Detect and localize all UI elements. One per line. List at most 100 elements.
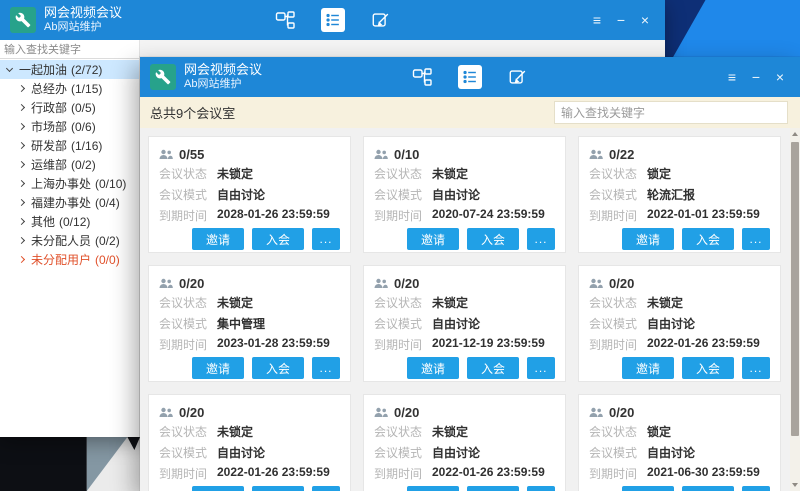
arrow-up-icon — [792, 132, 798, 136]
invite-button[interactable]: 邀请 — [622, 486, 674, 491]
room-card: 测试会议室8 0/20 会议状态锁定 会议模式自由讨论 到期时间2021-06-… — [578, 394, 781, 491]
tree-item-行政部[interactable]: 行政部(0/5) — [0, 98, 139, 117]
tree-item-其他[interactable]: 其他(0/12) — [0, 212, 139, 231]
join-button[interactable]: 入会 — [467, 357, 519, 379]
room-list-button[interactable] — [321, 8, 345, 32]
scroll-down-button[interactable] — [790, 479, 800, 491]
meeting-rooms-window: 网会视频会议 Ab网站维护 ≡ − — [140, 57, 800, 491]
people-icon — [374, 278, 388, 289]
tree-count: (0/4) — [95, 196, 120, 210]
mode-label: 会议模式 — [374, 186, 432, 203]
titlebar: 网会视频会议 Ab网站维护 ≡ − — [0, 0, 665, 40]
org-chart-icon — [275, 10, 295, 30]
close-button[interactable]: × — [770, 69, 790, 85]
invite-button[interactable]: 邀请 — [192, 486, 244, 491]
expire-value: 2021-12-19 23:59:59 — [432, 336, 545, 353]
more-button[interactable]: ... — [312, 357, 340, 379]
invite-button[interactable]: 邀请 — [192, 228, 244, 250]
expire-label: 到期时间 — [374, 207, 432, 224]
tree-item-上海办事处[interactable]: 上海办事处(0/10) — [0, 174, 139, 193]
room-card-grid: 例会会议室 0/55 会议状态未锁定 会议模式自由讨论 到期时间2028-01-… — [140, 128, 790, 491]
chevron-right-icon — [18, 237, 25, 244]
app-logo — [150, 64, 176, 90]
join-button[interactable]: 入会 — [252, 357, 304, 379]
room-total-label: 总共9个会议室 — [150, 103, 235, 122]
desktop-wallpaper-bottomleft — [0, 437, 140, 491]
tree-item-未分配人员[interactable]: 未分配人员(0/2) — [0, 231, 139, 250]
room-card: 研发会议室 0/20 会议状态未锁定 会议模式自由讨论 到期时间2022-01-… — [148, 394, 351, 491]
invite-button[interactable]: 邀请 — [622, 357, 674, 379]
close-button[interactable]: × — [635, 12, 655, 28]
room-count: 0/20 — [394, 405, 419, 420]
menu-button[interactable]: ≡ — [722, 69, 742, 85]
status-label: 会议状态 — [589, 165, 647, 182]
tree-label: 其他 — [31, 213, 55, 230]
more-button[interactable]: ... — [742, 228, 770, 250]
more-button[interactable]: ... — [312, 228, 340, 250]
app-title: 网会视频会议 — [184, 63, 262, 78]
expire-label: 到期时间 — [589, 336, 647, 353]
expire-value: 2022-01-26 23:59:59 — [217, 465, 330, 482]
desktop-wallpaper-topright — [665, 0, 800, 57]
tree-label: 研发部 — [31, 137, 67, 154]
people-icon — [589, 149, 603, 160]
tree-item-研发部[interactable]: 研发部 (1/16) — [0, 136, 139, 155]
more-button[interactable]: ... — [742, 357, 770, 379]
org-chart-button[interactable] — [410, 65, 434, 89]
chevron-right-icon — [18, 180, 25, 187]
tree-item-福建办事处[interactable]: 福建办事处(0/4) — [0, 193, 139, 212]
more-button[interactable]: ... — [742, 486, 770, 491]
tree-count: (0/5) — [71, 101, 96, 115]
tree-label: 一起加油 — [19, 61, 67, 78]
edit-button[interactable] — [369, 8, 393, 32]
edit-icon — [508, 67, 528, 87]
status-label: 会议状态 — [374, 423, 432, 440]
menu-button[interactable]: ≡ — [587, 12, 607, 28]
expire-value: 2028-01-26 23:59:59 — [217, 207, 330, 224]
join-button[interactable]: 入会 — [682, 228, 734, 250]
join-button[interactable]: 入会 — [682, 486, 734, 491]
join-button[interactable]: 入会 — [252, 486, 304, 491]
invite-button[interactable]: 邀请 — [622, 228, 674, 250]
mode-value: 集中管理 — [217, 315, 265, 332]
scroll-up-button[interactable] — [790, 128, 800, 140]
scrollbar-thumb[interactable] — [791, 142, 799, 436]
tree-item-一起加油[interactable]: 一起加油 (2/72) — [0, 60, 139, 79]
tree-item-总经办[interactable]: 总经办(1/15) — [0, 79, 139, 98]
tree-count: (0/0) — [95, 253, 120, 267]
minimize-button[interactable]: − — [746, 69, 766, 85]
invite-button[interactable]: 邀请 — [407, 357, 459, 379]
tree-count: (1/16) — [71, 139, 102, 153]
rooms-search-input[interactable] — [554, 101, 788, 124]
join-button[interactable]: 入会 — [252, 228, 304, 250]
chevron-right-icon — [18, 123, 25, 130]
mode-label: 会议模式 — [589, 444, 647, 461]
mode-value: 自由讨论 — [647, 315, 695, 332]
room-list-button[interactable] — [458, 65, 482, 89]
tree-count: (2/72) — [71, 63, 102, 77]
status-label: 会议状态 — [159, 294, 217, 311]
invite-button[interactable]: 邀请 — [192, 357, 244, 379]
join-button[interactable]: 入会 — [467, 228, 519, 250]
status-label: 会议状态 — [159, 423, 217, 440]
org-chart-button[interactable] — [273, 8, 297, 32]
expire-value: 2022-01-01 23:59:59 — [647, 207, 760, 224]
invite-button[interactable]: 邀请 — [407, 486, 459, 491]
minimize-button[interactable]: − — [611, 12, 631, 28]
more-button[interactable]: ... — [312, 486, 340, 491]
more-button[interactable]: ... — [527, 357, 555, 379]
room-count: 0/22 — [609, 147, 634, 162]
more-button[interactable]: ... — [527, 228, 555, 250]
chevron-right-icon — [18, 142, 25, 149]
edit-button[interactable] — [506, 65, 530, 89]
sidebar-search-input[interactable] — [0, 42, 139, 59]
join-button[interactable]: 入会 — [467, 486, 519, 491]
invite-button[interactable]: 邀请 — [407, 228, 459, 250]
room-card: 行政会议室 0/20 会议状态未锁定 会议模式集中管理 到期时间2023-01-… — [148, 265, 351, 382]
tree-item-市场部[interactable]: 市场部(0/6) — [0, 117, 139, 136]
tree-item-运维部[interactable]: 运维部(0/2) — [0, 155, 139, 174]
tree-item-未分配用户[interactable]: 未分配用户(0/0) — [0, 250, 139, 269]
status-value: 未锁定 — [217, 423, 253, 440]
join-button[interactable]: 入会 — [682, 357, 734, 379]
more-button[interactable]: ... — [527, 486, 555, 491]
